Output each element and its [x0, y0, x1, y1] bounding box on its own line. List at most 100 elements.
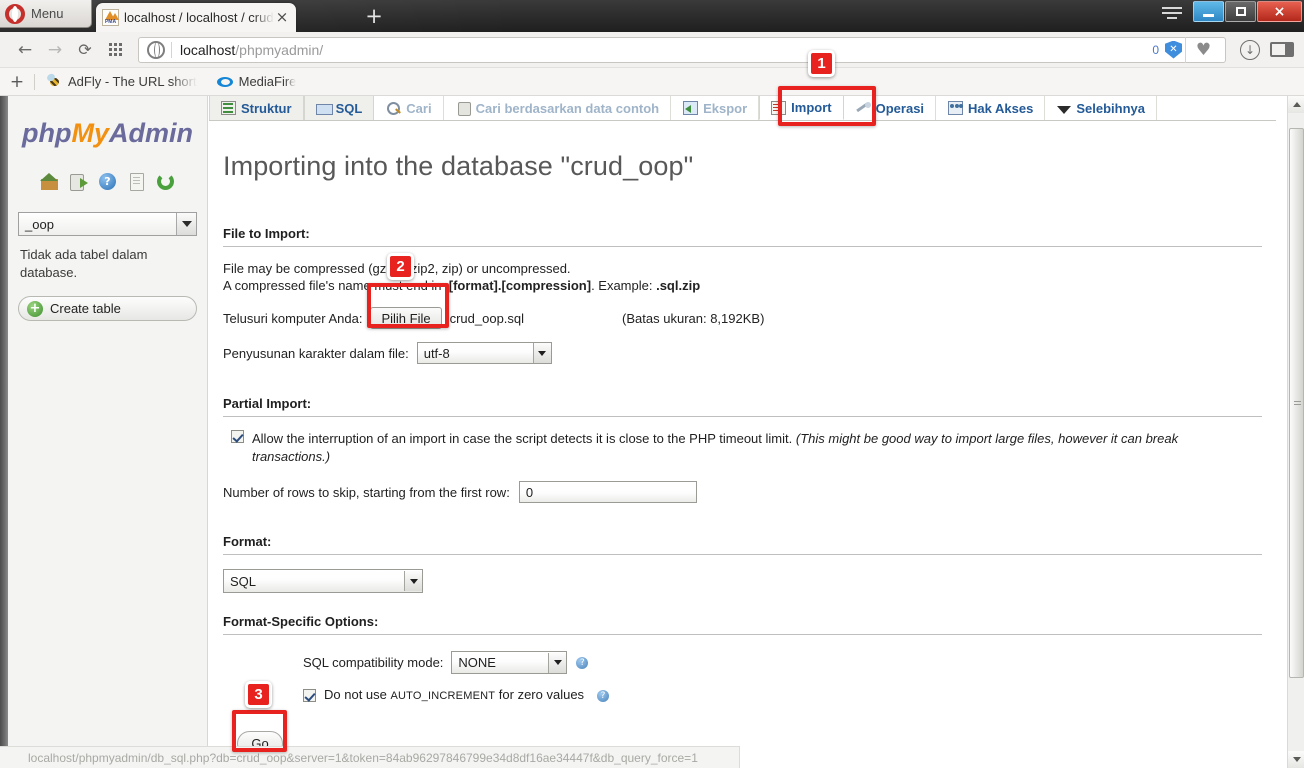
help-icon[interactable]: ? [99, 173, 116, 190]
sql-compat-row: SQL compatibility mode: NONE ? [303, 651, 1262, 674]
file-to-import-legend: File to Import: [223, 226, 1262, 247]
adfly-bee-icon [47, 74, 62, 89]
sql-compat-select[interactable]: NONE [451, 651, 568, 674]
menu-hamburger-icon[interactable] [1162, 7, 1182, 23]
format-select[interactable]: SQL [223, 569, 423, 593]
tab-close-icon[interactable]: × [274, 9, 290, 26]
reload-button[interactable]: ⟳ [70, 35, 100, 65]
no-autoincrement-checkbox[interactable] [303, 689, 316, 702]
search-icon [386, 101, 401, 115]
create-table-button[interactable]: + Create table [18, 296, 197, 321]
site-globe-icon [147, 40, 165, 59]
annotation-badge-1: 1 [808, 50, 835, 77]
phpmyadmin-favicon: PMA [102, 9, 119, 26]
adblock-shield-icon[interactable]: ✕ [1165, 40, 1182, 59]
skip-rows-value: 0 [525, 484, 534, 500]
allow-interrupt-checkbox[interactable] [231, 430, 244, 443]
scroll-up-button[interactable] [1288, 96, 1304, 113]
allow-interrupt-row: Allow the interruption of an import in c… [231, 430, 1216, 466]
tab-label: SQL [335, 100, 363, 116]
charset-value: utf-8 [423, 345, 450, 361]
help-icon[interactable]: ? [597, 689, 610, 702]
format-section: SQL [223, 569, 1262, 593]
browser-window: Menu PMA localhost / localhost / crud × … [0, 0, 1304, 768]
no-autoincrement-text: Do not use AUTO_INCREMENT for zero value… [324, 687, 585, 702]
tab-hak-akses[interactable]: Hak Akses [936, 96, 1046, 120]
add-bookmark-button[interactable]: + [0, 72, 34, 92]
compression-note-line1: File may be compressed (gzip, bzip2, zip… [223, 261, 571, 276]
charset-label: Penyusunan karakter dalam file: [223, 345, 409, 361]
browser-tab[interactable]: PMA localhost / localhost / crud × [96, 3, 296, 32]
logout-icon[interactable] [70, 173, 88, 191]
bookmark-mediafire[interactable]: MediaFire [216, 74, 297, 89]
window-minimize-button[interactable] [1193, 1, 1224, 22]
reload-icon[interactable] [157, 173, 174, 190]
address-bar[interactable]: localhost/phpmyadmin/ 0 ✕ ♥ [138, 36, 1226, 63]
tab-sql[interactable]: SQL [303, 96, 375, 120]
bookmarks-bar: + AdFly - The URL short MediaFire [0, 68, 1304, 96]
annotation-box-3 [232, 710, 287, 752]
page-title: Importing into the database "crud_oop" [223, 151, 694, 181]
mediafire-icon [216, 75, 233, 89]
skip-rows-label: Number of rows to skip, starting from th… [223, 484, 510, 500]
chevron-down-icon [548, 652, 567, 673]
help-icon[interactable]: ? [576, 656, 589, 669]
window-maximize-button[interactable] [1225, 1, 1256, 22]
documentation-icon[interactable] [128, 173, 145, 191]
window-close-button[interactable]: × [1257, 1, 1302, 22]
download-icon[interactable]: ↓ [1240, 39, 1260, 60]
database-select[interactable]: _oop [18, 212, 197, 236]
charset-select[interactable]: utf-8 [416, 342, 552, 364]
tab-cari[interactable]: Cari [374, 96, 444, 120]
bookmark-button[interactable]: ♥ [1185, 36, 1221, 63]
tab-label: Struktur [241, 100, 292, 116]
privileges-icon [948, 101, 964, 115]
tab-label: Ekspor [703, 100, 748, 116]
tab-selebihnya[interactable]: Selebihnya [1045, 96, 1157, 120]
phpmyadmin-main: Struktur SQL Cari Cari berdasarkan data … [209, 96, 1276, 768]
tab-struktur[interactable]: Struktur [209, 96, 304, 120]
plus-circle-icon: + [27, 300, 43, 317]
phpmyadmin-logo: phpMyAdmin [8, 118, 207, 149]
sql-compat-value: NONE [458, 655, 496, 670]
scroll-down-button[interactable] [1288, 751, 1304, 768]
new-tab-button[interactable]: + [361, 5, 387, 29]
size-limit-note: (Batas ukuran: 8,192KB) [622, 310, 765, 326]
skip-rows-row: Number of rows to skip, starting from th… [223, 481, 1262, 503]
bookmark-adfly[interactable]: AdFly - The URL short [47, 74, 197, 89]
opera-menu-button[interactable]: Menu [0, 0, 92, 28]
page-vertical-scrollbar[interactable] [1287, 96, 1304, 768]
scrollbar-thumb[interactable] [1289, 128, 1304, 678]
address-bar-right: 0 ✕ [1152, 40, 1185, 59]
sidebar-quick-icons: ? [8, 173, 207, 191]
status-bar: localhost/phpmyadmin/db_sql.php?db=crud_… [0, 746, 740, 768]
export-icon [683, 101, 699, 115]
format-specific-section: SQL compatibility mode: NONE ? Do not us… [223, 651, 1262, 756]
tab-ekspor[interactable]: Ekspor [671, 96, 760, 120]
sidebar-panel-icon[interactable] [1270, 42, 1294, 57]
skip-rows-input[interactable]: 0 [518, 481, 697, 503]
blocked-count: 0 [1152, 42, 1159, 57]
back-button[interactable]: ← [10, 35, 40, 65]
tab-cari-berdasarkan-data-contoh[interactable]: Cari berdasarkan data contoh [444, 96, 672, 120]
grid-icon [108, 43, 122, 56]
partial-import-section: Allow the interruption of an import in c… [223, 430, 1262, 503]
phpmyadmin-sidebar: phpMyAdmin ? _oop Tidak ada tabel dalam … [8, 96, 208, 768]
url-host: localhost [180, 41, 236, 58]
home-icon[interactable] [40, 173, 58, 190]
format-value: SQL [230, 573, 257, 589]
forward-button[interactable]: → [40, 35, 70, 65]
chevron-down-icon [404, 571, 422, 591]
tab-label: Hak Akses [968, 100, 1034, 116]
chevron-down-icon [532, 343, 551, 363]
charset-row: Penyusunan karakter dalam file: utf-8 [223, 342, 1262, 364]
chevron-down-icon [176, 213, 196, 235]
bookmark-label: MediaFire [238, 74, 297, 89]
speed-dial-button[interactable] [100, 35, 130, 65]
page-left-edge [0, 96, 8, 768]
bookmark-label: AdFly - The URL short [68, 74, 197, 89]
bookmarks-divider [34, 73, 35, 90]
sql-icon [315, 101, 333, 115]
opera-menu-label: Menu [31, 6, 64, 21]
database-select-value: _oop [25, 216, 54, 232]
